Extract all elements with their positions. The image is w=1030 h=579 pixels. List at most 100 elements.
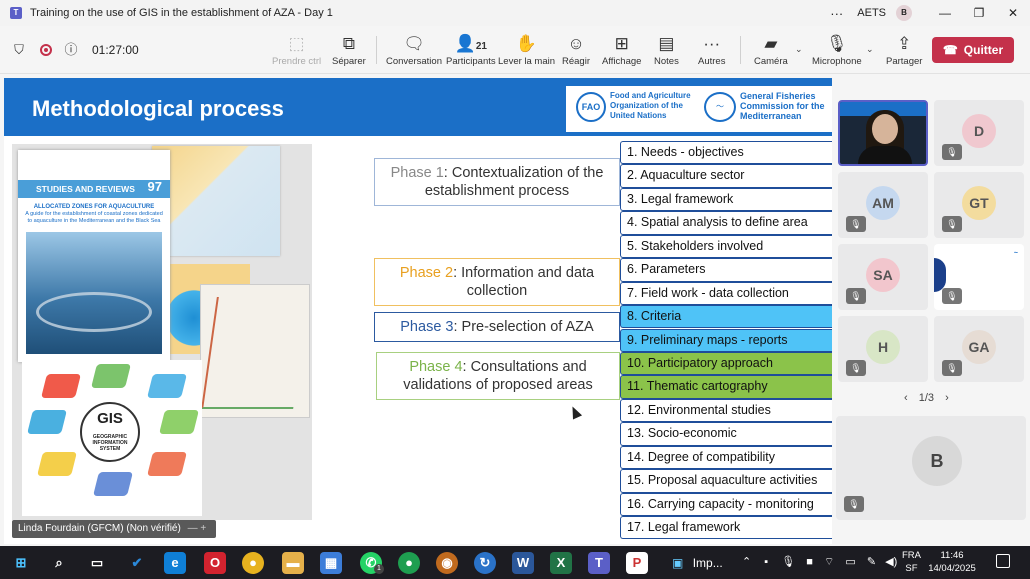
sync-app-icon[interactable]: ↻ xyxy=(474,552,496,574)
map-layer-tile xyxy=(41,374,81,398)
title-bar: T Training on the use of GIS in the esta… xyxy=(0,0,1030,26)
microphone-button[interactable]: 🎙 Microphone xyxy=(812,26,862,74)
participant-tile[interactable]: D 🎙 xyxy=(934,100,1024,166)
step-item: 2. Aquaculture sector xyxy=(620,164,832,188)
notifications-icon[interactable] xyxy=(996,554,1010,568)
todo-app-icon[interactable]: ✔ xyxy=(126,552,148,574)
task-view-icon[interactable]: ▭ xyxy=(86,552,108,574)
volume-icon[interactable]: ◀) xyxy=(885,556,897,568)
shield-icon[interactable]: ⛉ xyxy=(12,42,26,57)
nautical-map-image xyxy=(152,146,280,256)
tray-app-icon[interactable]: ■ xyxy=(806,556,813,568)
mic-off-icon: 🎙 xyxy=(942,144,962,160)
phase-3-number: Phase 3 xyxy=(400,319,454,335)
participants-label: Participants xyxy=(446,55,496,67)
participant-tile[interactable]: SA 🎙 xyxy=(838,244,928,310)
wifi-icon[interactable]: ⌔ xyxy=(824,556,834,568)
file-explorer-icon[interactable]: ▬ xyxy=(282,552,304,574)
participant-tile-large[interactable]: B 🎙 xyxy=(836,416,1026,520)
step-item: 12. Environmental studies xyxy=(620,398,832,423)
participant-tile[interactable]: AM 🎙 xyxy=(838,172,928,238)
chat-label: Conversation xyxy=(386,55,442,67)
participant-tile[interactable]: GA 🎙 xyxy=(934,316,1024,382)
system-tray: ⌃ ▪ 🎙 ■ ⌔ ▭ ✎ ◀) xyxy=(742,546,897,579)
step-item: 16. Carrying capacity - monitoring xyxy=(620,492,832,516)
chrome-browser-icon[interactable]: ● xyxy=(398,552,420,574)
react-icon: ☺ xyxy=(567,33,585,53)
share-button[interactable]: ⇪ Partager xyxy=(886,26,922,74)
search-icon[interactable]: ⌕ xyxy=(48,552,70,574)
participant-tile[interactable]: GT 🎙 xyxy=(934,172,1024,238)
clock-time: 11:46 xyxy=(940,550,964,561)
mic-off-icon: 🎙 xyxy=(942,216,962,232)
browser-app-icon[interactable]: ◉ xyxy=(436,552,458,574)
raise-hand-button[interactable]: ✋ Lever la main xyxy=(498,26,555,74)
camera-in-use-icon[interactable]: ▪ xyxy=(764,556,768,568)
store-app-icon[interactable]: ▦ xyxy=(320,552,342,574)
language-indicator[interactable]: FRA SF xyxy=(902,549,921,575)
participant-tile[interactable]: ~ 🎙 xyxy=(934,244,1024,310)
clock[interactable]: 11:46 14/04/2025 xyxy=(928,549,976,575)
teams-logo-icon: T xyxy=(10,7,22,19)
pen-icon[interactable]: ✎ xyxy=(867,556,876,568)
battery-icon[interactable]: ▭ xyxy=(845,556,855,568)
user-avatar[interactable]: B xyxy=(896,5,912,21)
more-button[interactable]: ··· Autres xyxy=(698,26,725,74)
pdf-app-icon[interactable]: P xyxy=(626,552,648,574)
more-icon: ··· xyxy=(703,33,721,53)
chevron-right-icon[interactable]: › xyxy=(945,392,949,404)
take-control-icon: ⬚ xyxy=(288,33,305,53)
notes-button[interactable]: ▤ Notes xyxy=(654,26,679,74)
taskbar-app-label: Imp... xyxy=(692,556,723,570)
pop-out-label: Séparer xyxy=(332,55,366,67)
microphone-in-use-icon[interactable]: 🎙 xyxy=(781,556,795,568)
gis-center-circle: GIS GEOGRAPHIC INFORMATION SYSTEM xyxy=(80,402,140,462)
step-item: 9. Preliminary maps - reports xyxy=(620,328,832,352)
taskbar-active-app[interactable]: ▣ Imp... xyxy=(672,552,723,574)
slide-header: Methodological process FAO Food and Agri… xyxy=(4,78,832,136)
map-layer-tile xyxy=(159,410,199,434)
language-code: FRA xyxy=(902,550,921,561)
pop-out-icon: ⧉ xyxy=(342,33,355,53)
camera-button[interactable]: ▰ Caméra xyxy=(754,26,788,74)
react-button[interactable]: ☺ Réagir xyxy=(562,26,590,74)
pop-out-button[interactable]: ⧉ Séparer xyxy=(332,26,366,74)
chrome-browser-icon[interactable]: ● xyxy=(242,552,264,574)
participant-tile[interactable]: H 🎙 xyxy=(838,316,928,382)
leave-button[interactable]: ☎ Quitter xyxy=(932,37,1014,63)
share-icon: ⇪ xyxy=(897,33,912,53)
take-control-label: Prendre ctrl xyxy=(272,55,322,67)
meeting-timer: 01:27:00 xyxy=(92,42,139,57)
excel-app-icon[interactable]: X xyxy=(550,552,572,574)
presenter-zoom-controls[interactable]: — + xyxy=(188,523,207,534)
chevron-down-icon[interactable]: ⌄ xyxy=(795,44,803,55)
org-label[interactable]: AETS xyxy=(857,7,886,19)
participants-button[interactable]: 👤21 Participants xyxy=(446,26,496,74)
presenter-video-tile[interactable] xyxy=(838,100,928,166)
chevron-up-icon[interactable]: ⌃ xyxy=(742,556,751,568)
maximize-button[interactable]: ❐ xyxy=(962,6,996,20)
cover-subtitle: ALLOCATED ZONES FOR AQUACULTURE A guide … xyxy=(24,204,164,225)
take-control-button[interactable]: ⬚ Prendre ctrl xyxy=(272,26,321,74)
windows-start-icon[interactable]: ⊞ xyxy=(10,552,32,574)
more-options-icon[interactable]: ··· xyxy=(830,6,843,21)
avatar: SA xyxy=(866,258,900,292)
info-icon[interactable]: ⓘ xyxy=(64,42,78,57)
close-button[interactable]: ✕ xyxy=(996,6,1030,20)
teams-app-icon[interactable]: T xyxy=(588,552,610,574)
step-item: 14. Degree of compatibility xyxy=(620,445,832,470)
chevron-left-icon[interactable]: ‹ xyxy=(904,392,908,404)
view-button[interactable]: ⊞ Affichage xyxy=(602,26,641,74)
minimize-button[interactable]: — xyxy=(928,6,962,20)
edge-browser-icon[interactable]: e xyxy=(164,552,186,574)
word-app-icon[interactable]: W xyxy=(512,552,534,574)
step-item: 6. Parameters xyxy=(620,258,832,282)
recording-icon[interactable] xyxy=(40,43,52,56)
step-item: 7. Field work - data collection xyxy=(620,281,832,306)
phase-2-box: Phase 2: Information and data collection xyxy=(374,258,620,306)
chevron-down-icon[interactable]: ⌄ xyxy=(866,44,874,55)
cover-logos xyxy=(24,156,164,172)
keyboard-layout: SF xyxy=(905,563,918,574)
opera-browser-icon[interactable]: O xyxy=(204,552,226,574)
chat-button[interactable]: 🗨 Conversation xyxy=(386,26,442,74)
